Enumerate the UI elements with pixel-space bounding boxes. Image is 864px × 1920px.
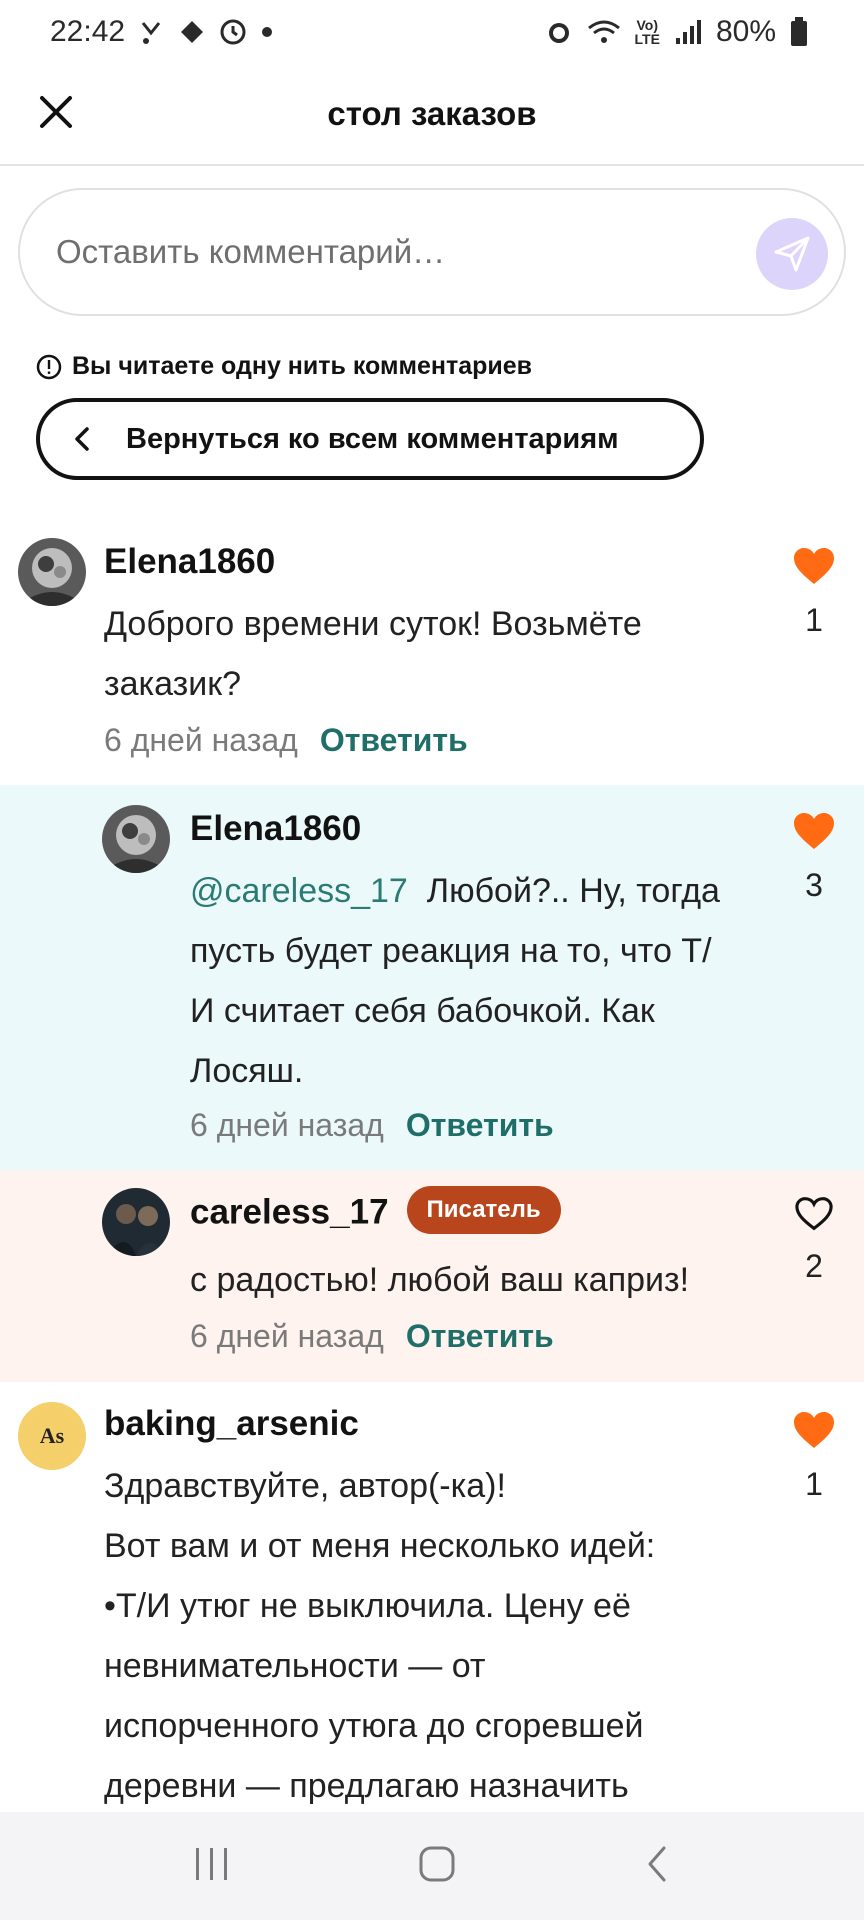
recent-apps-icon <box>196 1847 228 1880</box>
heart-filled-icon[interactable] <box>792 811 836 851</box>
comment-text-line: Вот вам и от меня несколько идей: <box>104 1527 656 1565</box>
status-bar-left: 22:42 <box>50 15 273 49</box>
send-icon <box>774 236 810 272</box>
comment-input-placeholder: Оставить комментарий… <box>56 233 446 270</box>
comment-text: Доброго времени суток! Возьмёте заказик? <box>104 605 642 703</box>
comment-text: Здравствуйте, автор(-ка)! Вот вам и от м… <box>104 1456 744 1812</box>
heart-filled-icon[interactable] <box>792 546 836 586</box>
comment-text-line: испорченного утюга до сгоревшей <box>104 1707 644 1745</box>
comment-item: As baking_arsenic Здравствуйте, автор(-к… <box>0 1382 864 1812</box>
comment-reply-item: Elena1860 @careless_17 Любой?.. Ну, тогд… <box>0 785 864 1170</box>
like-control[interactable]: 3 <box>782 811 846 904</box>
like-control[interactable]: 1 <box>782 1410 846 1503</box>
reply-button[interactable]: Ответить <box>406 1107 554 1144</box>
writer-badge: Писатель <box>406 1186 561 1234</box>
volte-icon: Vo) LTE <box>634 17 660 47</box>
heart-filled-icon[interactable] <box>792 1410 836 1450</box>
like-count: 1 <box>805 602 823 638</box>
system-nav-bar <box>0 1812 864 1920</box>
like-count: 2 <box>805 1248 823 1284</box>
avatar[interactable] <box>102 1188 170 1256</box>
comment-time: 6 дней назад <box>104 722 298 758</box>
signal-icon <box>674 18 702 46</box>
comment-author[interactable]: careless_17 <box>190 1192 389 1231</box>
navigation-icon <box>179 19 205 45</box>
send-button[interactable] <box>756 218 828 290</box>
close-button[interactable] <box>34 90 78 134</box>
reply-button[interactable]: Ответить <box>320 722 468 759</box>
comment-author[interactable]: Elena1860 <box>190 809 361 849</box>
page-title: стол заказов <box>327 95 537 132</box>
alarm-icon <box>545 18 573 46</box>
avatar[interactable] <box>18 538 86 606</box>
user-mention-link[interactable]: @careless_17 <box>190 872 408 910</box>
comment-text-line: •Т/И утюг не выключила. Цену её <box>104 1587 631 1625</box>
heart-outline-icon[interactable] <box>794 1196 834 1232</box>
comment-text: с радостью! любой ваш каприз! <box>190 1261 690 1299</box>
back-to-all-comments-button[interactable]: Вернуться ко всем комментариям <box>36 398 704 480</box>
comment-meta: 6 дней назад Ответить <box>190 1107 554 1144</box>
comment-meta: 6 дней назад Ответить <box>104 722 468 759</box>
status-bar: 22:42 Vo) LTE 80% <box>0 0 864 64</box>
status-bar-right: Vo) LTE 80% <box>545 15 808 49</box>
comment-time: 6 дней назад <box>190 1107 384 1143</box>
comment-text-line: невнимательности — от <box>104 1647 486 1685</box>
close-icon <box>40 96 72 128</box>
reply-button[interactable]: Ответить <box>406 1318 554 1355</box>
comment-text-line: Здравствуйте, автор(-ка)! <box>104 1467 506 1505</box>
like-count: 3 <box>805 867 823 903</box>
comment-meta: 6 дней назад Ответить <box>190 1318 554 1355</box>
chevron-left-icon <box>75 427 89 451</box>
thread-notice-text: Вы читаете одну нить комментариев <box>72 352 533 380</box>
back-icon <box>648 1846 666 1881</box>
like-count: 1 <box>805 1466 823 1502</box>
comment-text-line: деревни — предлагаю назначить <box>104 1767 629 1805</box>
thread-notice: Вы читаете одну нить комментариев <box>36 352 532 381</box>
comment-reply-item: careless_17 Писатель с радостью! любой ва… <box>0 1170 864 1382</box>
like-control[interactable]: 2 <box>782 1196 846 1285</box>
missed-call-icon <box>139 19 165 45</box>
notification-dot-icon <box>261 26 273 38</box>
home-icon <box>419 1846 455 1881</box>
info-icon <box>36 354 62 379</box>
comment-time: 6 дней назад <box>190 1318 384 1354</box>
battery-icon <box>790 17 808 47</box>
like-control[interactable]: 1 <box>782 546 846 639</box>
home-button[interactable] <box>417 1844 457 1889</box>
battery-percent: 80% <box>715 15 776 48</box>
clock-icon <box>219 18 247 46</box>
comment-body: @careless_17 Любой?.. Ну, тогда пусть бу… <box>190 861 730 1101</box>
avatar[interactable] <box>102 805 170 873</box>
app-header: стол заказов <box>0 64 864 166</box>
status-time: 22:42 <box>50 15 126 48</box>
comment-input[interactable]: Оставить комментарий… <box>18 188 846 316</box>
recent-apps-button[interactable] <box>192 1846 232 1887</box>
back-to-all-comments-label: Вернуться ко всем комментариям <box>126 422 619 455</box>
comment-author[interactable]: baking_arsenic <box>104 1404 359 1444</box>
comment-author[interactable]: Elena1860 <box>104 542 275 582</box>
avatar[interactable]: As <box>18 1402 86 1470</box>
avatar-initials: As <box>39 1423 65 1448</box>
comment-author-line: careless_17 Писатель <box>190 1186 561 1238</box>
wifi-icon <box>587 18 621 46</box>
back-button[interactable] <box>642 1844 672 1889</box>
comment-item: Elena1860 Доброго времени суток! Возьмёт… <box>0 530 864 785</box>
